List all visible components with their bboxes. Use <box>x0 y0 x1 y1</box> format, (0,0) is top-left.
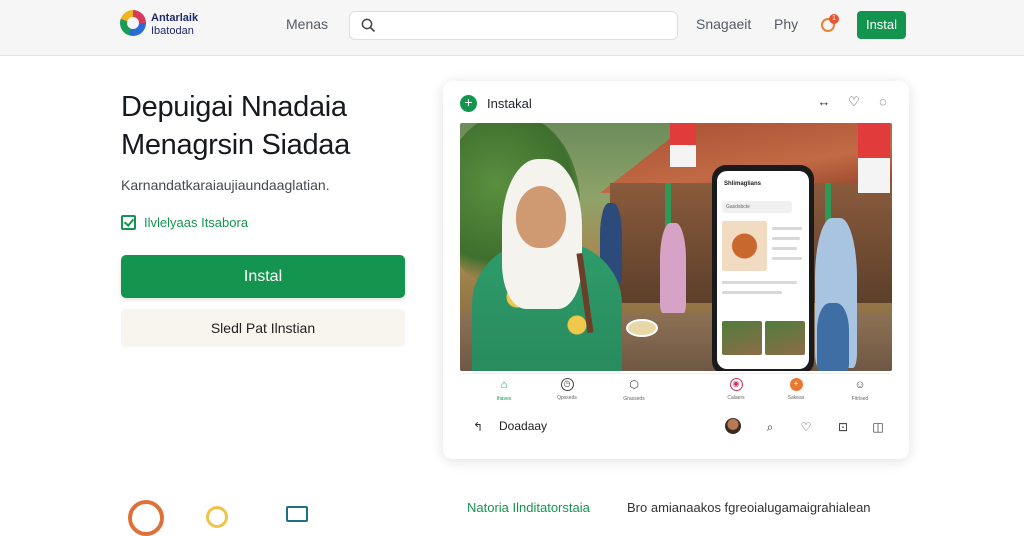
preview-bottom-bar: ↰ Doadaay ⌕ ♡ ⊡ ◫ <box>460 411 892 443</box>
checkbox-icon[interactable] <box>121 215 136 230</box>
app-icon <box>460 94 477 112</box>
background-person <box>660 223 686 313</box>
text-line <box>722 281 797 284</box>
tab-3[interactable]: ⬡ Grasseds <box>614 378 654 402</box>
favorite-icon[interactable]: ♡ <box>846 94 862 110</box>
phone-header: Shlimaglians <box>724 181 762 187</box>
record-icon: ◉ <box>729 378 743 391</box>
search-input[interactable] <box>386 16 666 36</box>
nav-link-2[interactable]: Phy <box>774 16 798 32</box>
home-icon: ⌂ <box>500 379 508 391</box>
food-item <box>626 319 658 337</box>
shield-icon: ⬡ <box>629 379 639 391</box>
checkbox-label: Ilvlelyaas Itsabora <box>144 215 249 230</box>
menu-link[interactable]: Menas <box>286 16 328 32</box>
tab-home[interactable]: ⌂ Ihaves <box>484 378 524 402</box>
tab-profile[interactable]: ☺ Fitrlsed <box>840 378 880 402</box>
secondary-button[interactable]: Sledl Pat Ilnstian <box>121 309 405 347</box>
preview-photo: Shlimaglians Gasdsbcte <box>460 123 892 371</box>
bottom-text: Doadaay <box>499 419 548 433</box>
nav-link-1[interactable]: Snagaeit <box>696 16 751 32</box>
install-button[interactable]: Instal <box>121 255 405 298</box>
feature-icon-2 <box>206 506 228 528</box>
tab-4[interactable]: ◉ Calaers <box>716 378 756 401</box>
heart-icon[interactable]: ♡ <box>798 419 814 435</box>
text-line <box>772 237 800 240</box>
photo-thumbnail <box>722 321 762 355</box>
footer-highlight[interactable]: Natoria Ilnditatorstaia <box>467 500 590 515</box>
tab-label: Ihaves <box>496 396 512 402</box>
phone-search: Gasdsbcte <box>722 201 792 213</box>
bag-icon[interactable]: ⊡ <box>835 419 851 435</box>
card-title: Instakal <box>487 96 532 111</box>
logo-icon <box>120 10 146 36</box>
brand-logo[interactable]: Antarlaik Ibatodan <box>120 8 208 42</box>
notification-button[interactable]: 1 <box>819 14 839 34</box>
user-icon: ☺ <box>854 379 866 391</box>
search-bar[interactable] <box>349 11 678 40</box>
preview-tab-bar: ⌂ Ihaves ◷ Qpsseds ⬡ Grasseds ◉ Calaers … <box>460 373 892 407</box>
tab-label: Grasseds <box>623 396 645 402</box>
tab-label: Sakeas <box>787 395 805 401</box>
hero-title: Depuigai Nnadaia Menagrsin Siadaa <box>121 91 350 161</box>
install-button-header[interactable]: Instal <box>857 11 906 39</box>
search-icon[interactable]: ⌕ <box>762 419 778 435</box>
phone-screen: Shlimaglians Gasdsbcte <box>717 171 809 369</box>
avatar[interactable] <box>725 418 741 434</box>
feature-icon-3 <box>286 506 308 522</box>
add-icon: + <box>789 378 803 391</box>
chat-icon[interactable]: ◌ <box>875 94 891 110</box>
face <box>516 186 566 248</box>
tab-2[interactable]: ◷ Qpsseds <box>547 378 587 401</box>
logo-line-2: Ibatodan <box>151 25 194 37</box>
top-header: Antarlaik Ibatodan Menas Snagaeit Phy 1 … <box>0 0 1024 56</box>
footer-text: Bro amianaakos fgreoialugamaigrahialean <box>627 500 871 515</box>
hero-subtitle: Karnandatkaraiaujiaundaaglatian. <box>121 177 330 193</box>
tab-label: Qpsseds <box>557 395 577 401</box>
child-person <box>817 303 849 371</box>
photo-thumbnail <box>765 321 805 355</box>
notification-badge: 1 <box>829 14 839 24</box>
flag <box>670 123 696 167</box>
clock-icon: ◷ <box>560 378 574 391</box>
expand-icon[interactable]: ↔ <box>816 94 832 110</box>
text-line <box>772 247 797 250</box>
tab-label: Calaers <box>727 395 745 401</box>
phone-mockup: Shlimaglians Gasdsbcte <box>712 165 814 371</box>
logo-line-1: Antarlaik <box>151 12 199 24</box>
text-line <box>772 227 802 230</box>
text-line <box>722 291 782 294</box>
flag <box>858 123 890 193</box>
tab-5[interactable]: + Sakeas <box>776 378 816 401</box>
app-preview-card: Instakal ↔ ♡ ◌ Shlimaglians Gasdsbcte <box>443 81 909 459</box>
back-icon[interactable]: ↰ <box>470 419 486 435</box>
message-icon[interactable]: ◫ <box>870 419 886 435</box>
text-line <box>772 257 802 260</box>
search-icon <box>361 18 376 33</box>
food-thumbnail <box>722 221 767 271</box>
feature-icon-1 <box>128 500 164 536</box>
tab-label: Fitrlsed <box>851 396 869 402</box>
